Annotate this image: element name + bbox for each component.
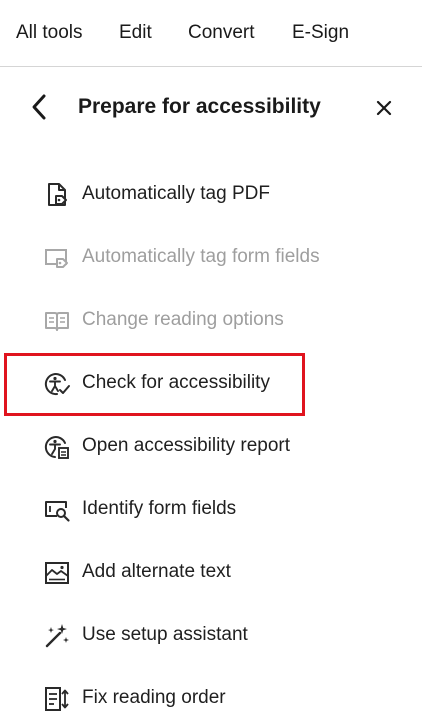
menu-all-tools[interactable]: All tools: [16, 21, 83, 45]
tag-form-fields-icon: [45, 249, 68, 268]
panel-header: Prepare for accessibility: [0, 84, 422, 130]
setup-assistant-icon: [45, 624, 69, 648]
tool-label: Automatically tag form fields: [82, 246, 320, 267]
panel-title: Prepare for accessibility: [78, 95, 321, 118]
tool-identify-form-fields[interactable]: Identify form fields: [0, 489, 422, 529]
tool-change-reading-options: Change reading options: [0, 300, 422, 340]
tool-use-setup-assistant[interactable]: Use setup assistant: [0, 615, 422, 655]
tool-automatically-tag-form-fields: Automatically tag form fields: [0, 237, 422, 277]
menu-convert[interactable]: Convert: [188, 21, 255, 45]
tool-open-accessibility-report[interactable]: Open accessibility report: [0, 426, 422, 466]
back-button[interactable]: [26, 92, 54, 122]
accessibility-report-icon: [44, 436, 69, 459]
alternate-text-icon: [45, 562, 69, 584]
tool-label: Add alternate text: [82, 561, 231, 582]
menu-e-sign[interactable]: E-Sign: [292, 21, 349, 45]
identify-form-fields-icon: [45, 501, 70, 522]
tag-document-icon: [48, 183, 67, 206]
chevron-left-icon: [32, 94, 46, 120]
tool-add-alternate-text[interactable]: Add alternate text: [0, 552, 422, 592]
tool-label: Identify form fields: [82, 498, 237, 519]
accessibility-check-icon: [44, 373, 70, 396]
tool-label: Fix reading order: [82, 687, 226, 708]
top-menu-bar: All tools Edit Convert E-Sign: [0, 0, 422, 67]
tool-check-for-accessibility[interactable]: Check for accessibility: [0, 363, 422, 403]
tool-label: Automatically tag PDF: [82, 183, 270, 204]
close-icon: [376, 100, 392, 116]
tool-label: Change reading options: [82, 309, 284, 330]
reading-options-icon: [45, 312, 69, 331]
tool-label: Check for accessibility: [82, 372, 270, 393]
menu-edit[interactable]: Edit: [119, 21, 152, 45]
reading-order-icon: [45, 687, 69, 711]
tool-automatically-tag-pdf[interactable]: Automatically tag PDF: [0, 174, 422, 214]
tool-fix-reading-order[interactable]: Fix reading order: [0, 678, 422, 718]
close-button[interactable]: [372, 96, 396, 120]
tool-label: Use setup assistant: [82, 624, 248, 645]
tool-label: Open accessibility report: [82, 435, 291, 456]
